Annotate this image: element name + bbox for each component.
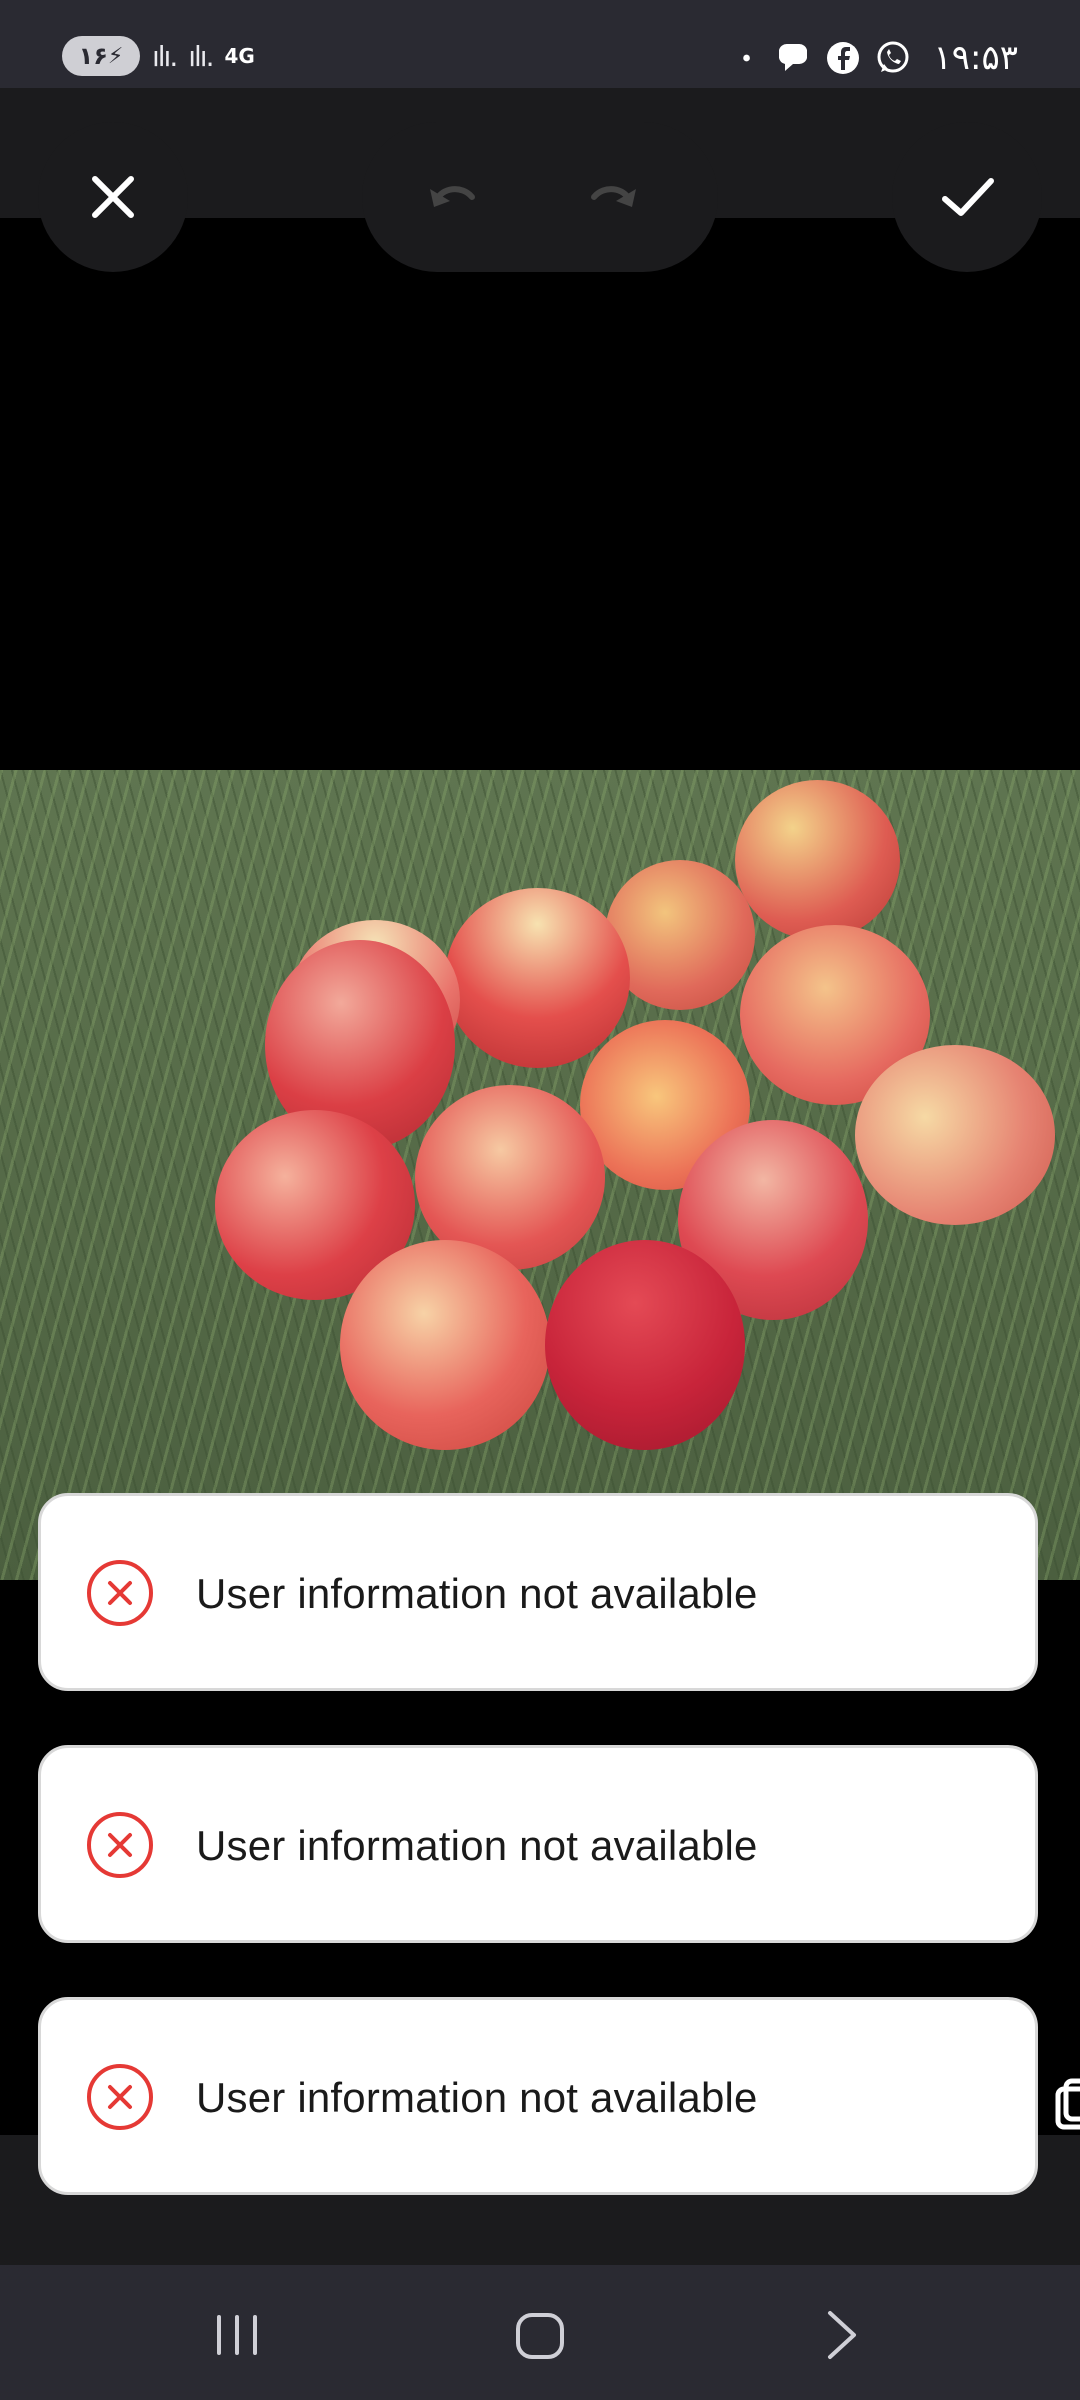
undo-redo-group bbox=[362, 122, 718, 272]
battery-level: ۱۶ bbox=[78, 42, 108, 70]
status-left: ۱۶ ⚡ ılı. ılı. 4G bbox=[62, 36, 255, 76]
charging-icon: ⚡ bbox=[107, 43, 124, 69]
facebook-icon bbox=[827, 42, 860, 74]
apple bbox=[545, 1240, 745, 1450]
apple bbox=[340, 1240, 550, 1450]
status-right: ۱۹:۵۳ bbox=[741, 38, 1018, 78]
error-toast[interactable]: User information not available bbox=[38, 1997, 1038, 2195]
recent-apps-icon[interactable] bbox=[197, 2295, 277, 2375]
check-icon bbox=[942, 178, 994, 216]
error-x-icon bbox=[87, 1560, 153, 1626]
whatsapp-icon bbox=[877, 41, 909, 73]
navigation-bar bbox=[0, 2265, 1080, 2400]
error-toast[interactable]: User information not available bbox=[38, 1745, 1038, 1943]
dot-icon bbox=[743, 54, 751, 62]
apple bbox=[735, 780, 900, 940]
close-button[interactable] bbox=[38, 122, 188, 272]
editor-toolbar bbox=[0, 88, 1080, 272]
confirm-button[interactable] bbox=[892, 122, 1042, 272]
network-type: 4G bbox=[224, 44, 255, 68]
battery-indicator: ۱۶ ⚡ bbox=[62, 36, 140, 76]
toast-message: User information not available bbox=[196, 2074, 758, 2121]
error-x-icon bbox=[87, 1812, 153, 1878]
error-x-icon bbox=[87, 2064, 153, 2130]
edited-photo[interactable] bbox=[0, 770, 1080, 1580]
signal-icon: ılı. bbox=[152, 39, 178, 73]
apple bbox=[855, 1045, 1055, 1225]
apple bbox=[445, 888, 630, 1068]
status-bar: ۱۶ ⚡ ılı. ılı. 4G ۱۹:۵۳ bbox=[0, 0, 1080, 88]
back-icon[interactable] bbox=[802, 2295, 882, 2375]
copy-icon[interactable] bbox=[1048, 2075, 1080, 2135]
redo-icon[interactable] bbox=[584, 167, 644, 227]
clock: ۱۹:۵۳ bbox=[933, 38, 1018, 78]
error-toast[interactable]: User information not available bbox=[38, 1493, 1038, 1691]
undo-icon[interactable] bbox=[422, 167, 482, 227]
home-icon[interactable] bbox=[500, 2295, 580, 2375]
toast-message: User information not available bbox=[196, 1822, 758, 1869]
signal-icon-2: ılı. bbox=[188, 39, 214, 73]
toast-message: User information not available bbox=[196, 1570, 758, 1617]
chat-icon bbox=[779, 43, 808, 71]
close-icon bbox=[92, 176, 134, 218]
